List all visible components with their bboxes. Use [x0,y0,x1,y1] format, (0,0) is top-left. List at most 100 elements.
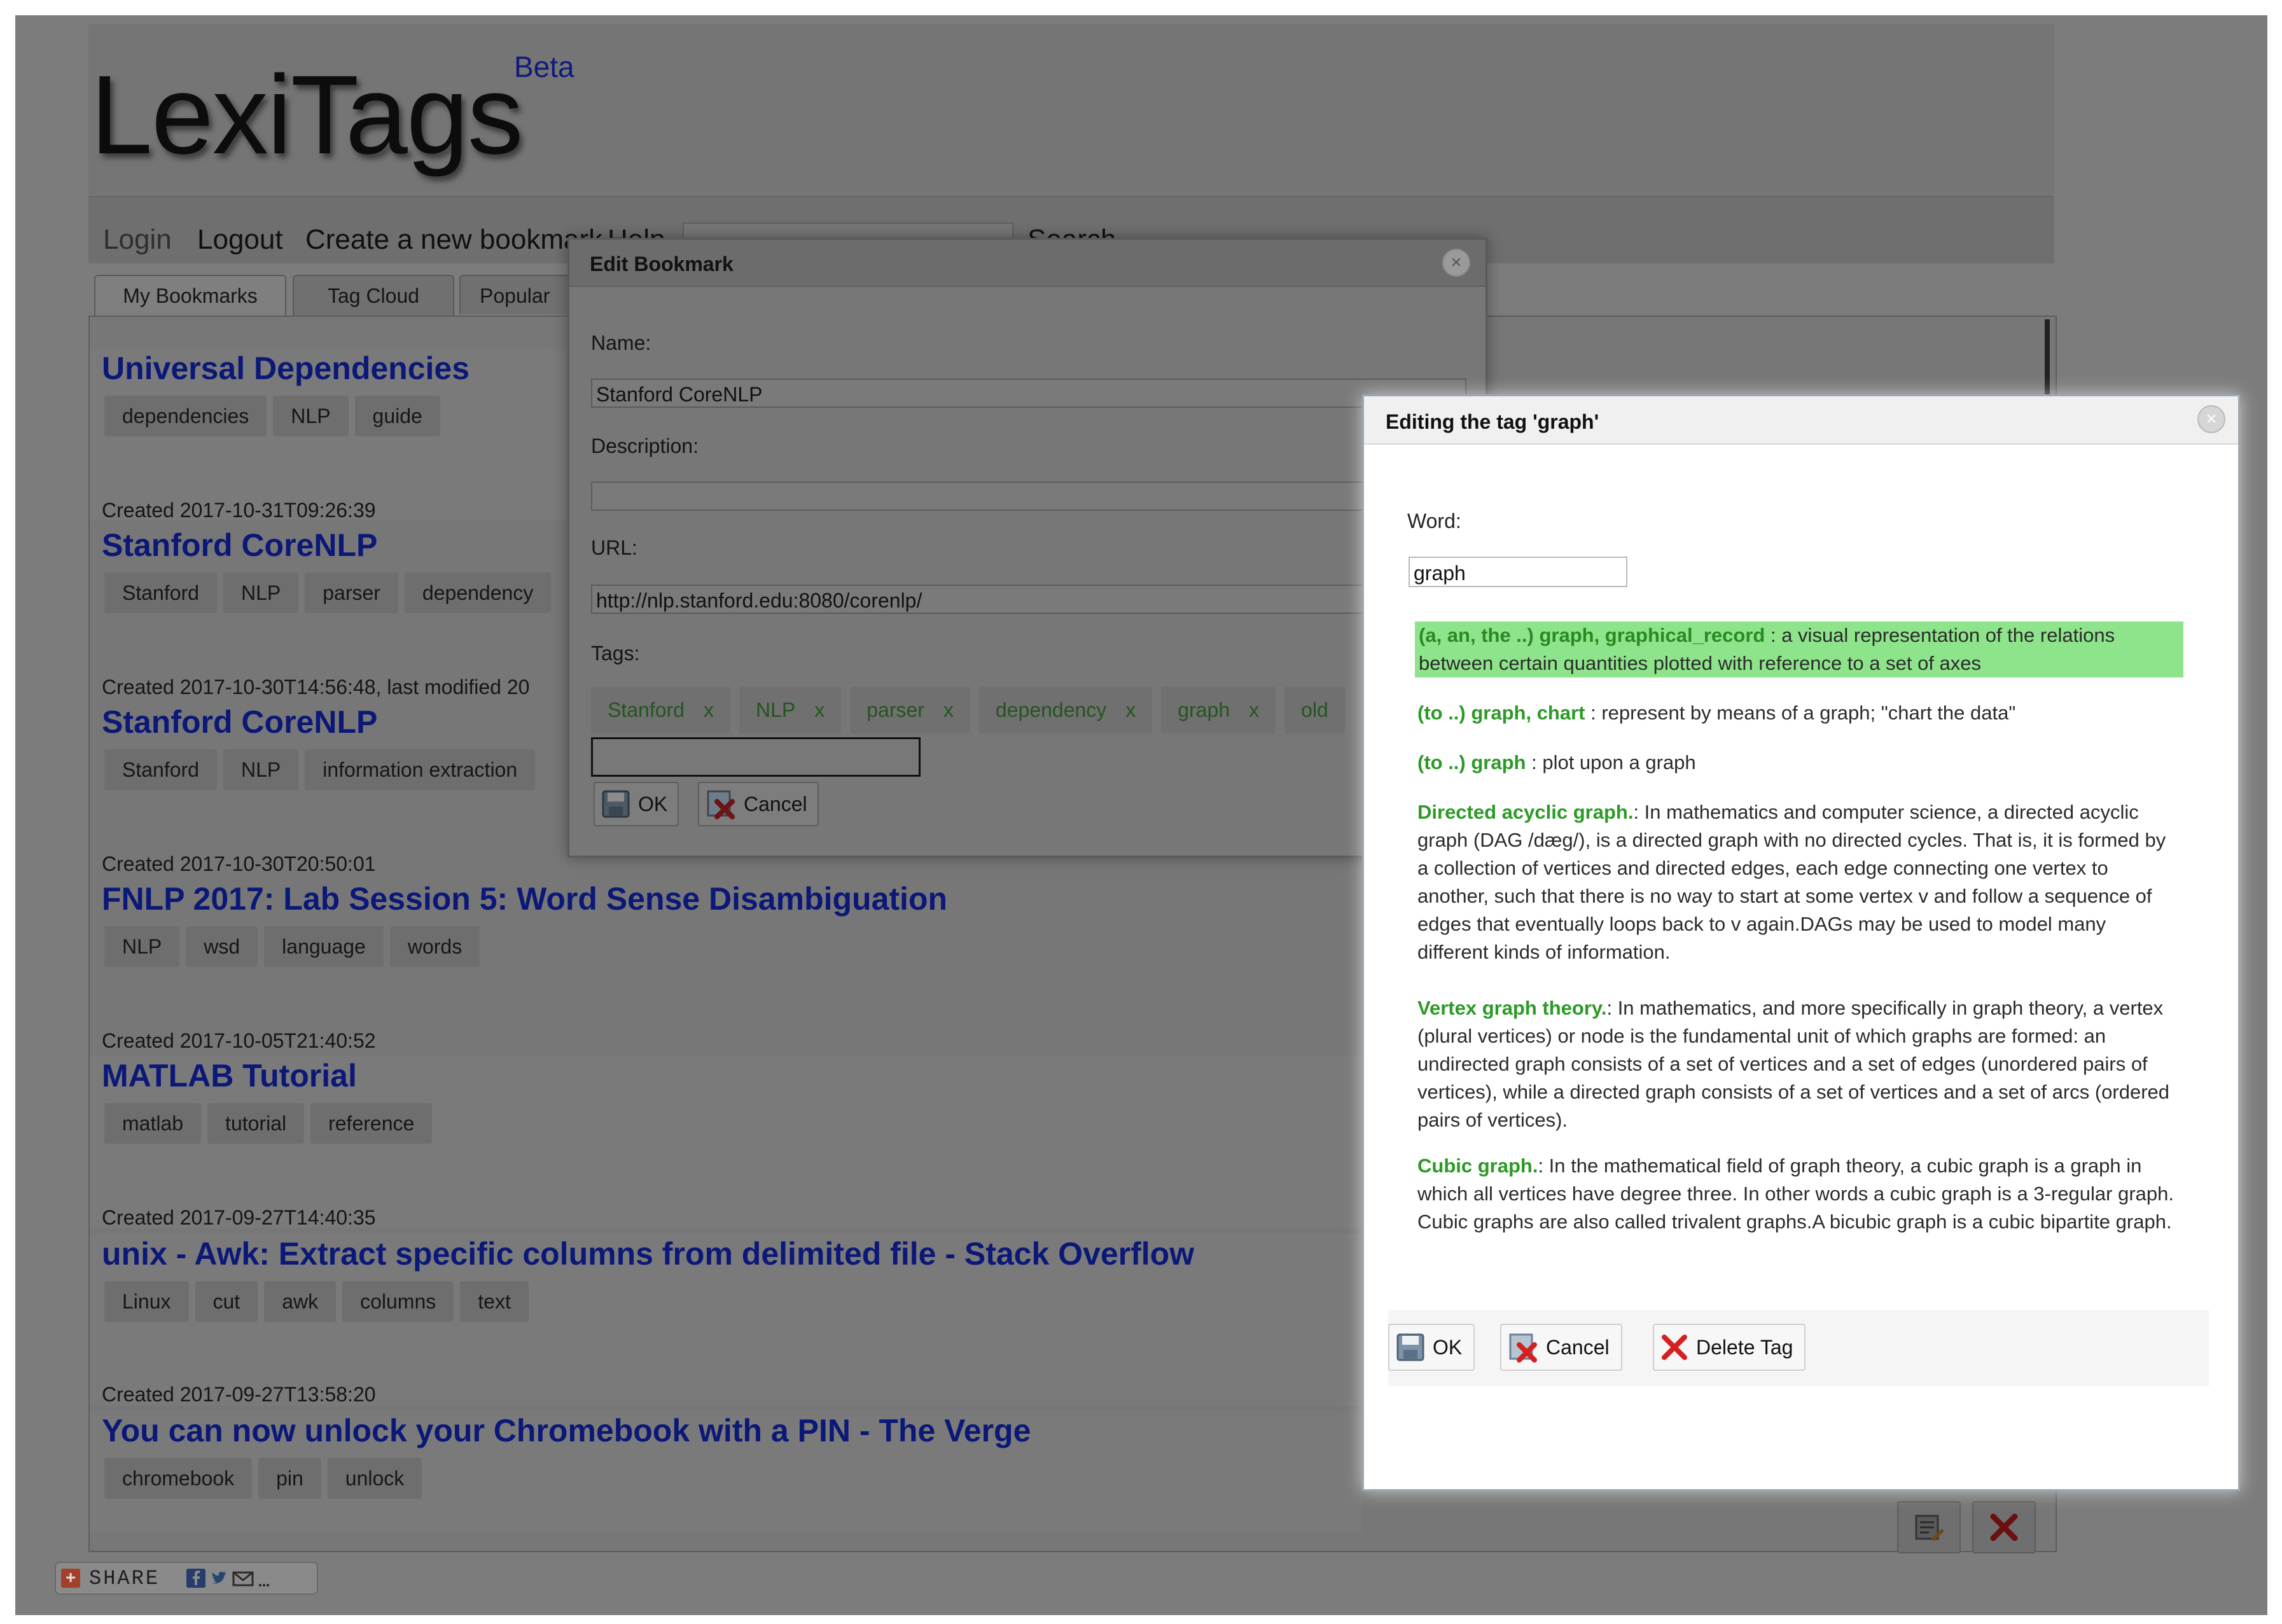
sense-option[interactable]: (to ..) graph : plot upon a graph [1417,749,2174,777]
tag-chip[interactable]: dependency x [978,686,1153,733]
dialog-titlebar[interactable]: Edit Bookmark × [569,240,1485,287]
bookmark-tag[interactable]: chromebook [104,1458,253,1499]
bookmark-tag[interactable]: NLP [223,749,299,790]
sense-term: (to ..) graph, chart [1417,702,1585,724]
delete-tag-button[interactable]: Delete Tag [1653,1324,1806,1371]
bookmark-tag[interactable]: awk [264,1281,337,1322]
bookmark-tag[interactable]: wsd [186,926,258,967]
bookmark-tag[interactable]: reference [310,1103,433,1144]
cancel-button[interactable]: Cancel [698,782,819,826]
tag-chip[interactable]: Stanford x [591,686,730,733]
share-widget[interactable]: + SHARE [55,1562,318,1595]
bookmark-created: Created 2017-10-30T14:56:48, last modifi… [102,676,530,698]
bookmark-tag[interactable]: pin [258,1458,321,1499]
bookmark-tag[interactable]: dependency [404,573,552,613]
bookmark-title[interactable]: Stanford CoreNLP [102,704,377,740]
bookmark-tag[interactable]: parser [305,573,398,613]
cancel-icon [1509,1333,1537,1363]
tab-tag-cloud[interactable]: Tag Cloud [293,275,454,316]
tag-chip-label: graph [1178,698,1230,721]
bookmark-tags: Stanford NLP information extraction [104,749,536,790]
scrollbar[interactable] [2045,319,2050,397]
bookmark-tags: matlab tutorial reference [104,1103,433,1144]
tags-label: Tags: [591,642,640,665]
twitter-icon[interactable] [209,1569,228,1588]
remove-tag-icon[interactable]: x [704,698,714,721]
email-icon[interactable] [232,1569,254,1588]
remove-tag-icon[interactable]: x [1249,698,1259,721]
remove-tag-icon[interactable]: x [1125,698,1136,721]
sense-option-selected[interactable]: (a, an, the ..) graph, graphical_record … [1415,621,2183,677]
tag-chip-label: dependency [995,698,1107,721]
cancel-button[interactable]: Cancel [1500,1324,1622,1371]
bookmark-title[interactable]: unix - Awk: Extract specific columns fro… [102,1235,1194,1272]
ok-button[interactable]: OK [1388,1324,1475,1371]
tag-chip[interactable]: graph x [1161,686,1276,733]
bookmark-tag[interactable]: Linux [104,1281,189,1322]
sense-option[interactable]: Cubic graph.: In the mathematical field … [1417,1152,2174,1236]
remove-tag-icon[interactable]: x [814,698,824,721]
beta-badge: Beta [514,50,574,83]
dialog-titlebar[interactable]: Editing the tag 'graph' × [1364,396,2238,445]
name-field[interactable]: Stanford CoreNLP [591,378,1466,408]
bookmark-created: Created 2017-09-27T13:58:20 [102,1383,376,1406]
bookmark-tag[interactable]: cut [195,1281,258,1322]
bookmark-title[interactable]: FNLP 2017: Lab Session 5: Word Sense Dis… [102,880,947,917]
bookmark-tag[interactable]: NLP [273,396,349,436]
bookmark-tag[interactable]: guide [354,396,440,436]
cancel-icon [707,790,735,819]
word-label: Word: [1407,510,1461,532]
bookmark-tag[interactable]: tutorial [207,1103,305,1144]
close-icon[interactable]: × [2197,405,2225,433]
bookmark-tag[interactable]: NLP [104,926,180,967]
tag-chip[interactable]: NLP x [739,686,842,733]
bookmark-tag[interactable]: information extraction [305,749,536,790]
description-field[interactable] [591,482,1466,511]
logo[interactable]: LexiTags [90,51,524,179]
sense-option[interactable]: Vertex graph theory.: In mathematics, an… [1417,994,2174,1134]
cancel-label: Cancel [1546,1335,1610,1359]
sense-option[interactable]: (to ..) graph, chart : represent by mean… [1417,699,2174,727]
more-icon[interactable] [258,1569,270,1588]
url-field[interactable]: http://nlp.stanford.edu:8080/corenlp/ [591,585,1466,614]
share-label: SHARE [89,1566,160,1590]
dialog-button-pane: OK Cancel Delete Tag [1388,1310,2209,1386]
bookmark-tag[interactable]: Stanford [104,573,217,613]
bookmark-tag[interactable]: words [389,926,480,967]
sense-term: (a, an, the ..) graph, graphical_record [1419,624,1765,646]
bookmark-tag[interactable]: language [264,926,384,967]
bookmark-tag[interactable]: text [460,1281,529,1322]
edit-bookmark-button[interactable] [1897,1501,1961,1553]
url-label: URL: [591,536,637,559]
delete-bookmark-button[interactable] [1972,1501,2036,1553]
login-link[interactable]: Login [103,224,172,256]
bookmark-title[interactable]: Universal Dependencies [102,350,470,387]
tag-chip[interactable]: parser x [850,686,970,733]
facebook-icon[interactable] [186,1569,206,1588]
bookmark-tag[interactable]: Stanford [104,749,217,790]
new-tag-input[interactable] [591,737,921,777]
sense-term: (to ..) graph [1417,751,1526,774]
ok-button[interactable]: OK [594,782,679,826]
dialog-title: Edit Bookmark [590,253,734,275]
bookmark-tag[interactable]: matlab [104,1103,202,1144]
bookmark-title[interactable]: Stanford CoreNLP [102,527,377,564]
bookmark-tag[interactable]: columns [342,1281,454,1322]
tag-chip[interactable]: old [1284,686,1345,733]
create-bookmark-link[interactable]: Create a new bookmark [305,224,602,256]
remove-tag-icon[interactable]: x [943,698,954,721]
tab-my-bookmarks[interactable]: My Bookmarks [94,275,286,316]
bookmark-tag[interactable]: dependencies [104,396,267,436]
sense-option[interactable]: Directed acyclic graph.: In mathematics … [1417,798,2174,966]
bookmark-title[interactable]: You can now unlock your Chromebook with … [102,1412,1031,1449]
ok-label: OK [638,792,668,815]
bookmark-title[interactable]: MATLAB Tutorial [102,1057,357,1094]
sense-gloss: : plot upon a graph [1526,751,1696,774]
bookmark-tag[interactable]: unlock [327,1458,422,1499]
bookmark-tags: chromebook pin unlock [104,1458,422,1499]
word-input[interactable]: graph [1409,557,1627,587]
sense-term: Vertex graph theory. [1417,997,1607,1019]
logout-link[interactable]: Logout [197,224,283,256]
close-icon[interactable]: × [1442,249,1470,277]
bookmark-tag[interactable]: NLP [223,573,299,613]
